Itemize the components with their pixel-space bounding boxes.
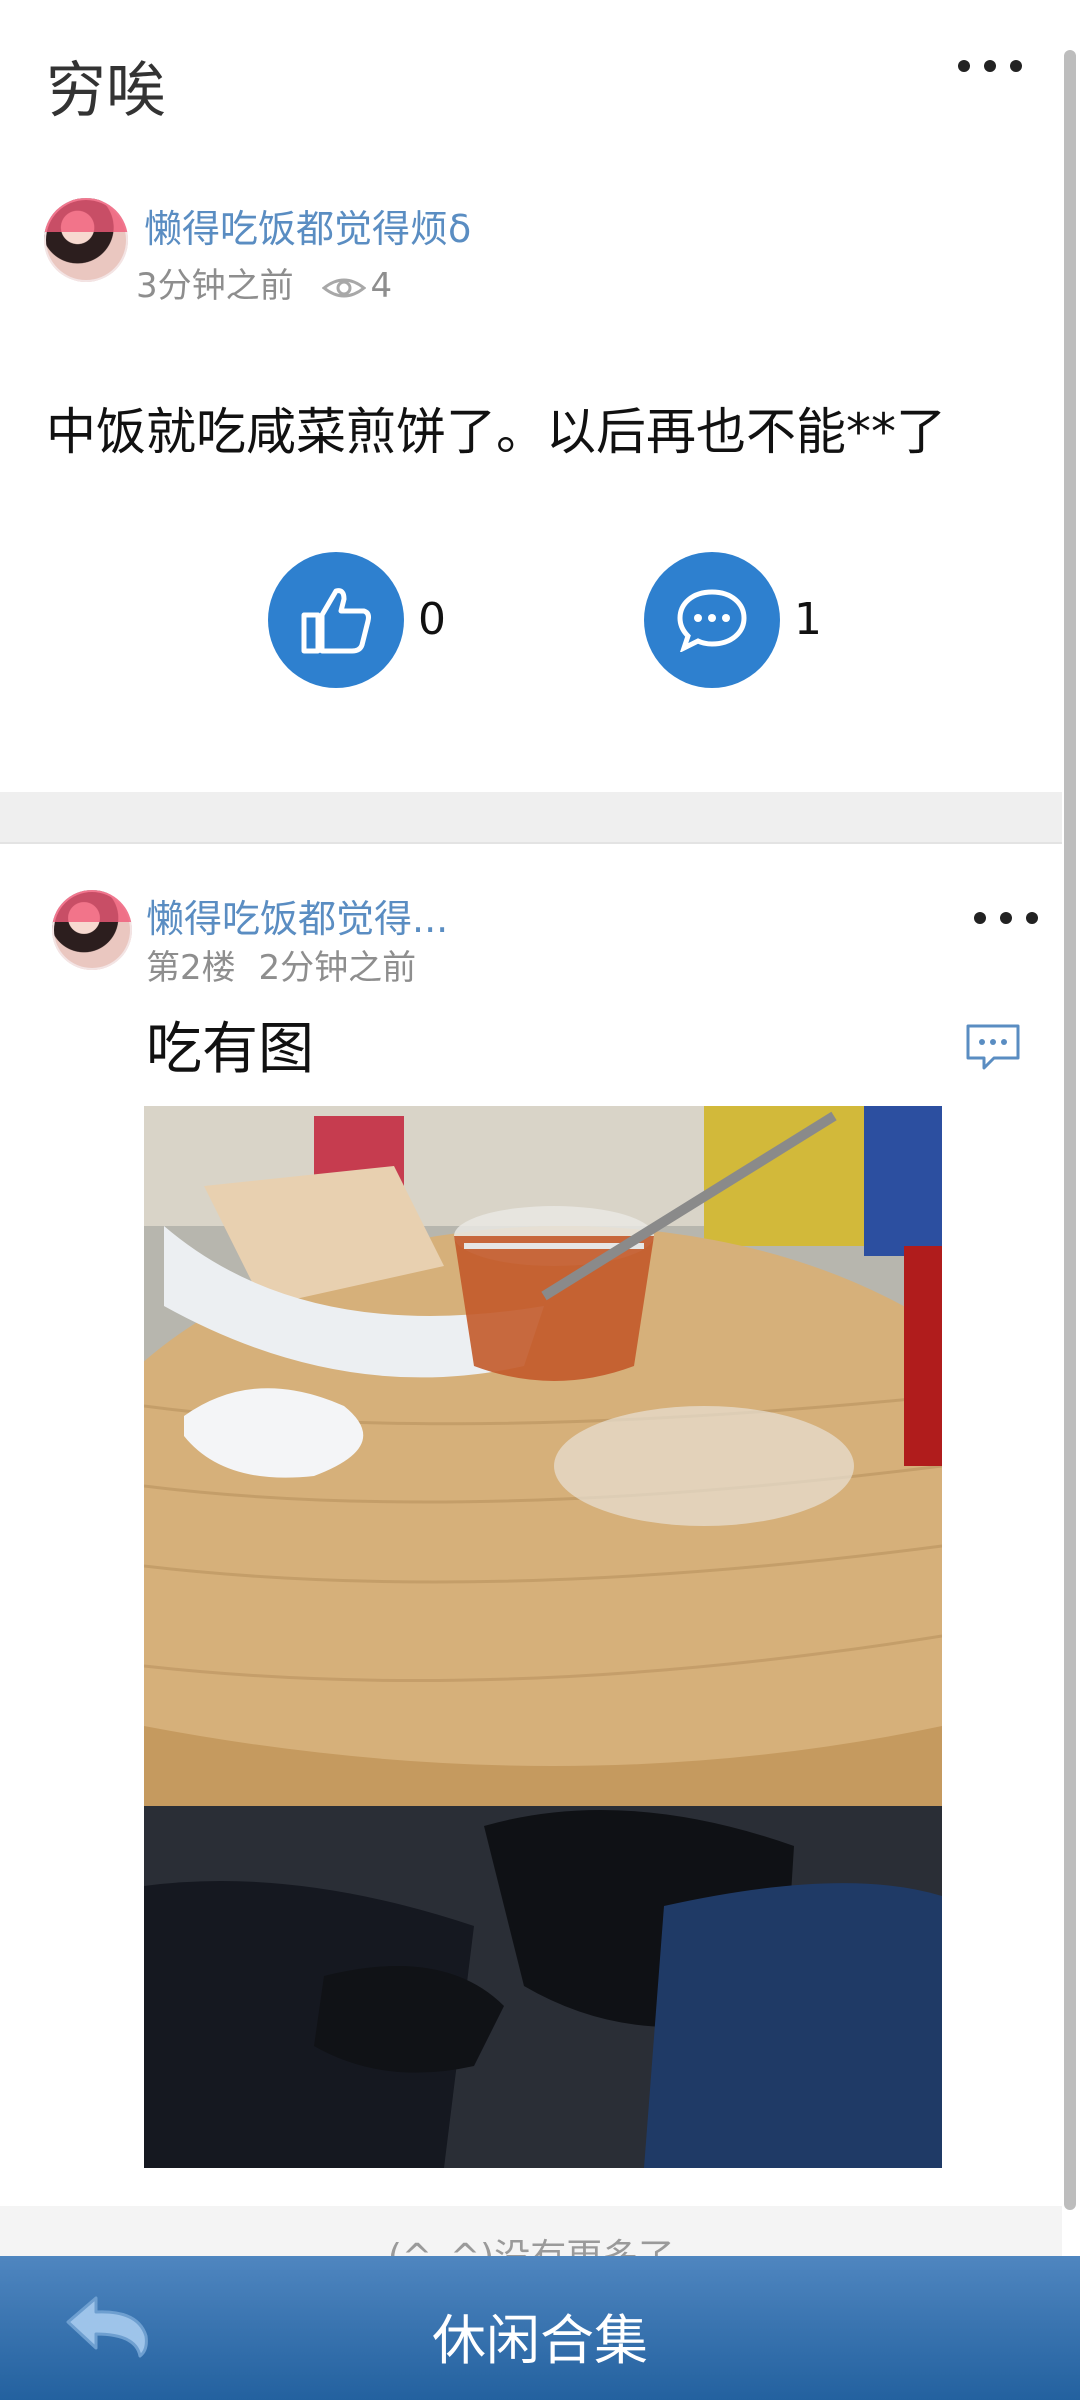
post-meta: 3分钟之前 4 xyxy=(136,258,392,307)
reply-meta: 第2楼 2分钟之前 xyxy=(146,940,416,989)
reply-text: 吃有图 xyxy=(146,1017,314,1082)
reply-floor: 第2楼 xyxy=(146,948,236,988)
reply-photo[interactable] xyxy=(144,1106,942,2168)
page-title: 穷唉 xyxy=(46,56,166,126)
speech-bubble-icon xyxy=(677,589,747,652)
reply-more-options-icon[interactable] xyxy=(974,912,1038,924)
like-count: 0 xyxy=(418,594,446,645)
more-options-icon[interactable] xyxy=(958,60,1022,72)
eye-icon xyxy=(322,278,367,297)
section-divider xyxy=(0,792,1062,844)
comment-count: 1 xyxy=(794,594,822,645)
post-card: 穷唉 懒得吃饭都觉得烦δ 3分钟之前 4 中饭就吃咸菜煎饼了。以后再也不能**了… xyxy=(0,0,1062,792)
like-button[interactable] xyxy=(268,552,404,688)
reply-time: 2分钟之前 xyxy=(258,948,417,988)
reply-author-avatar[interactable] xyxy=(52,890,132,970)
post-author-avatar[interactable] xyxy=(44,198,128,282)
thumbs-up-icon xyxy=(301,588,371,654)
no-more-text: (^_^)没有更多了 xyxy=(0,2228,1062,2256)
post-content: 中饭就吃咸菜煎饼了。以后再也不能**了 xyxy=(46,403,946,461)
list-end-strip: (^_^)没有更多了 xyxy=(0,2206,1062,2256)
view-count: 4 xyxy=(370,266,393,306)
scrollbar[interactable] xyxy=(1064,50,1076,2210)
bottom-bar: 休闲合集 xyxy=(0,2256,1080,2400)
reply-comment-icon[interactable] xyxy=(964,1022,1022,1072)
reply-author-name[interactable]: 懒得吃饭都觉得... xyxy=(146,888,448,943)
post-author-name[interactable]: 懒得吃饭都觉得烦δ xyxy=(144,198,471,253)
comment-button[interactable] xyxy=(644,552,780,688)
post-time: 3分钟之前 xyxy=(136,266,294,306)
footer-title: 休闲合集 xyxy=(432,2309,648,2372)
